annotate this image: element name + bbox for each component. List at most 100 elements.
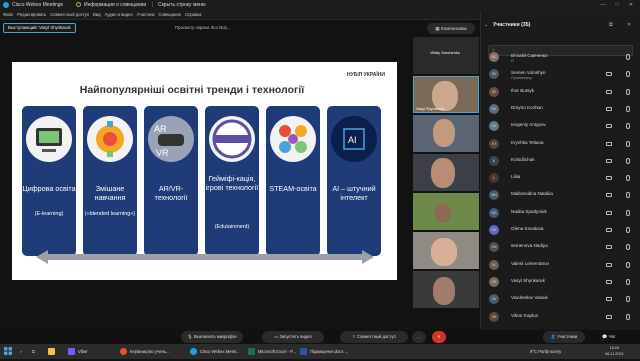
- taskbar-excel[interactable]: Microsoft Excel - P...: [248, 344, 296, 359]
- video-thumbnail[interactable]: [413, 232, 479, 269]
- card-label: AR/VR-технології: [154, 184, 188, 202]
- participants-panel: ⌄ Участники (35) ⧉ ✕ ⌕ ВС Віталій Савченк…: [480, 11, 640, 331]
- trend-card-steam: STEAM-освіта: [266, 106, 320, 256]
- ai-chip-text: AI: [348, 135, 357, 145]
- video-thumbnail[interactable]: [413, 193, 479, 230]
- taskbar-chrome[interactable]: Керівництво учень...: [120, 344, 169, 359]
- vr-headset-icon: AR VR: [148, 116, 194, 162]
- participant-row[interactable]: VS Vasyl Shynkaruk: [481, 274, 639, 291]
- windows-start-icon[interactable]: [4, 344, 12, 359]
- menu-help[interactable]: Справка: [185, 10, 201, 20]
- participants-label: Участники: [557, 334, 578, 339]
- menu-share[interactable]: Совместный доступ: [50, 10, 89, 20]
- microphone-icon[interactable]: [626, 54, 630, 60]
- collapse-chevron-icon[interactable]: ⌄: [484, 22, 488, 28]
- participant-row[interactable]: K Kolodiichuk: [481, 153, 639, 170]
- participant-row[interactable]: VL Valerii Lementarov: [481, 257, 639, 274]
- microphone-icon[interactable]: [626, 140, 630, 147]
- microphone-icon[interactable]: [626, 175, 630, 182]
- menu-view[interactable]: Вид: [93, 10, 101, 20]
- menu-file[interactable]: Файл: [3, 10, 13, 20]
- participant-list: ВС Віталій Савченко Я SV Semen Voloshyn Орган…: [481, 49, 639, 331]
- video-thumbnail[interactable]: Vasyl Shynkaruk: [413, 76, 479, 113]
- steam-icon: [270, 116, 316, 162]
- video-button[interactable]: ▭ Запустить видео: [262, 331, 324, 343]
- menu-meeting[interactable]: Совещание: [158, 10, 181, 20]
- participant-row[interactable]: SN semenova Nadiya: [481, 239, 639, 256]
- participant-row[interactable]: IB Ihor Butsyk: [481, 84, 639, 101]
- microphone-icon[interactable]: [626, 123, 630, 130]
- microphone-icon[interactable]: [626, 261, 630, 268]
- participant-row[interactable]: VV Viacheslav Vasiuk: [481, 291, 639, 308]
- thumbnail-name: Vitaliy Savchenko: [430, 51, 460, 55]
- participant-row[interactable]: OK Olena Kovalova: [481, 222, 639, 239]
- menu-audio-video[interactable]: Аудио и видео: [105, 10, 133, 20]
- task-view-icon[interactable]: ⧉: [32, 344, 35, 359]
- microphone-icon[interactable]: [626, 209, 630, 216]
- close-panel-icon[interactable]: ✕: [627, 22, 631, 28]
- maximize-button[interactable]: □: [610, 0, 624, 10]
- double-arrow-icon: [36, 250, 374, 264]
- participant-face: [433, 277, 455, 305]
- microphone-icon[interactable]: [626, 157, 630, 164]
- participant-row[interactable]: KT Kryzhka Tetiana: [481, 136, 639, 153]
- participant-row[interactable]: ВС Віталій Савченко Я: [481, 49, 639, 66]
- participant-row[interactable]: DK Dmytro Kozhan: [481, 101, 639, 118]
- taskbar-webex[interactable]: Cisco Webex Meeti...: [190, 344, 240, 359]
- microphone-icon[interactable]: [626, 244, 630, 251]
- microphone-icon[interactable]: [626, 296, 630, 303]
- participant-row[interactable]: L Liliia: [481, 170, 639, 187]
- hide-menu-bar-button[interactable]: Скрыть строку меню: [158, 0, 206, 10]
- meeting-info-tab[interactable]: Информация о совещании: [84, 0, 146, 10]
- participant-role: Я: [511, 59, 514, 63]
- microphone-icon[interactable]: [626, 313, 630, 320]
- leave-meeting-button[interactable]: ✕: [432, 331, 446, 343]
- microphone-icon[interactable]: [626, 227, 630, 233]
- participant-row[interactable]: SV Semen Voloshyn Организатор: [481, 66, 639, 83]
- video-thumbnail[interactable]: [413, 115, 479, 152]
- microphone-icon[interactable]: [626, 105, 630, 112]
- chat-button[interactable]: 💬 Чат: [594, 331, 624, 343]
- participant-row[interactable]: MN Maiborodina Nataliia: [481, 187, 639, 204]
- mute-button[interactable]: 🎙 Выключить микрофон: [181, 331, 243, 343]
- weather-widget[interactable]: 9°C Partly sunny: [530, 344, 561, 359]
- layout-button[interactable]: ▦ Компоновка: [427, 23, 475, 34]
- video-thumbnail[interactable]: [413, 154, 479, 191]
- trend-card-gamification: Гейміфі-кація, ігрові технології (Edutai…: [205, 106, 259, 256]
- clock[interactable]: 15:16 06.11.2021: [605, 345, 624, 357]
- participant-name: Valerii Lementarov: [511, 260, 549, 266]
- microphone-icon[interactable]: [626, 71, 630, 78]
- taskbar-viber[interactable]: Viber: [68, 344, 88, 359]
- participant-row[interactable]: NS Nadiia Spodyniuk: [481, 205, 639, 222]
- close-button[interactable]: ✕: [624, 0, 638, 10]
- share-button[interactable]: ⇪ Совместный доступ: [340, 331, 408, 343]
- elearning-icon: [26, 116, 72, 162]
- taskbar-word[interactable]: Підвищення.docx ...: [300, 344, 348, 359]
- camera-icon: [606, 297, 612, 302]
- participant-row[interactable]: IA Ievgeniy Antypov: [481, 118, 639, 135]
- participant-face: [431, 158, 455, 188]
- webex-logo-icon: [3, 2, 9, 8]
- participant-name: Liliia: [511, 174, 521, 180]
- video-thumbnail[interactable]: [413, 271, 479, 308]
- microphone-icon[interactable]: [626, 278, 630, 285]
- share-label: Совместный доступ: [356, 334, 396, 339]
- microphone-icon[interactable]: [626, 192, 630, 199]
- avatar: ВС: [489, 52, 499, 62]
- minimize-button[interactable]: —: [596, 0, 610, 10]
- menu-edit[interactable]: Редактировать: [17, 10, 46, 20]
- active-speaker-chip: Выступающий: Vasyl Shynkaruk: [3, 23, 76, 33]
- participants-button[interactable]: 👤 Участники: [543, 331, 585, 343]
- popout-icon[interactable]: ⧉: [609, 22, 613, 28]
- microphone-icon[interactable]: [626, 88, 630, 95]
- participant-row[interactable]: VK Viktor Kaplun: [481, 309, 639, 326]
- avatar: DK: [489, 103, 499, 114]
- more-options-button[interactable]: …: [412, 331, 426, 343]
- blended-learning-icon: [87, 116, 133, 162]
- trend-card-arvr: AR VR AR/VR-технології: [144, 106, 198, 256]
- video-thumbnail[interactable]: Vitaliy Savchenko: [413, 37, 479, 74]
- mute-label: Выключить микрофон: [193, 334, 237, 339]
- avatar: SV: [489, 69, 499, 80]
- menu-participant[interactable]: Участник: [137, 10, 155, 20]
- taskbar-search-icon[interactable]: ⌕: [20, 344, 22, 359]
